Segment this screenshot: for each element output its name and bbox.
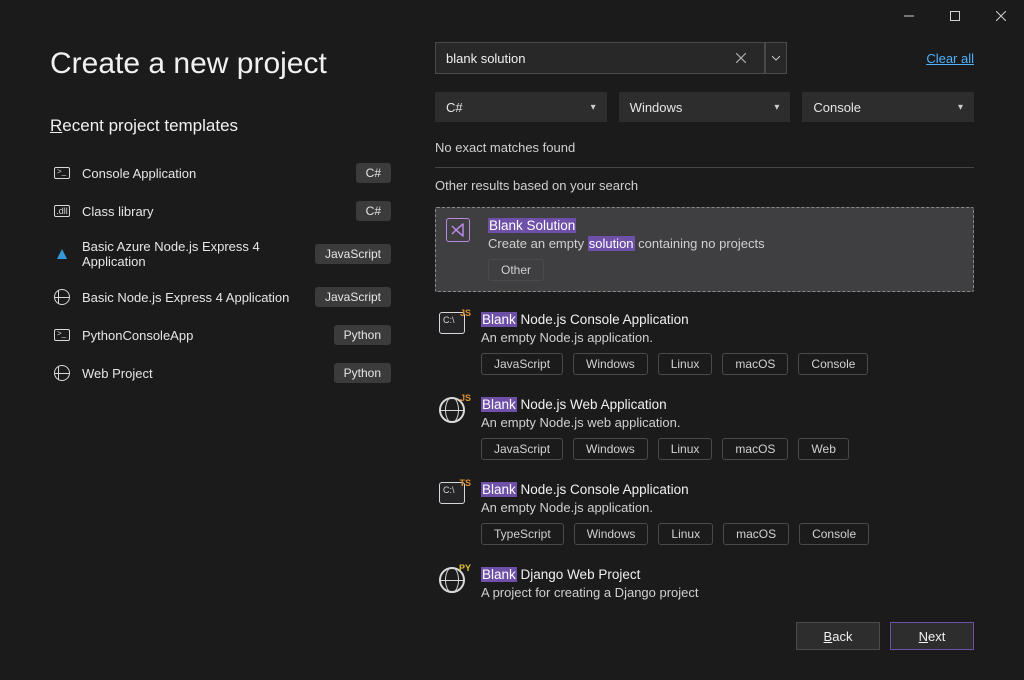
filter-dropdown[interactable]: Console ▾	[802, 92, 974, 122]
template-tags: JavaScript Windows Linux macOS Console	[481, 353, 970, 375]
template-tag: Windows	[573, 353, 648, 375]
maximize-button[interactable]	[932, 0, 978, 32]
js-badge-icon: JS	[460, 393, 471, 403]
close-button[interactable]	[978, 0, 1024, 32]
next-button[interactable]: Next	[890, 622, 974, 650]
search-dropdown-button[interactable]	[765, 42, 787, 74]
template-tags: TypeScript Windows Linux macOS Console	[481, 523, 970, 545]
template-tag: Linux	[658, 353, 713, 375]
filter-label: Console	[813, 100, 861, 115]
visual-studio-icon	[446, 218, 470, 242]
recent-item-label: PythonConsoleApp	[82, 328, 322, 343]
template-title: Blank Solution	[488, 218, 963, 233]
filter-dropdown[interactable]: C# ▾	[435, 92, 607, 122]
recent-template-item[interactable]: Basic Azure Node.js Express 4 Applicatio…	[50, 232, 395, 276]
status-message: No exact matches found	[435, 140, 974, 155]
chevron-down-icon: ▾	[591, 102, 596, 113]
template-tag: TypeScript	[481, 523, 564, 545]
console-icon	[54, 327, 70, 343]
template-title: Blank Node.js Web Application	[481, 397, 970, 412]
project-template-item[interactable]: TS Blank Node.js Console Application An …	[435, 480, 974, 547]
template-tag: Console	[798, 353, 868, 375]
template-tags: JavaScript Windows Linux macOS Web	[481, 438, 970, 460]
language-tag: C#	[356, 201, 391, 221]
clear-search-button[interactable]	[729, 42, 753, 74]
language-tag: C#	[356, 163, 391, 183]
template-tag: Linux	[658, 523, 713, 545]
globe-icon	[54, 289, 70, 305]
azure-icon	[54, 246, 70, 262]
recent-template-item[interactable]: PythonConsoleApp Python	[50, 318, 395, 352]
language-tag: JavaScript	[315, 244, 391, 264]
recent-template-item[interactable]: Basic Node.js Express 4 Application Java…	[50, 280, 395, 314]
recent-heading: Recent project templates	[50, 116, 395, 136]
search-input[interactable]	[435, 42, 765, 74]
recent-template-item[interactable]: Console Application C#	[50, 156, 395, 190]
recent-item-label: Web Project	[82, 366, 322, 381]
template-description: An empty Node.js web application.	[481, 415, 970, 430]
chevron-down-icon: ▾	[774, 102, 779, 113]
template-title: Blank Node.js Console Application	[481, 482, 970, 497]
recent-item-label: Basic Node.js Express 4 Application	[82, 290, 303, 305]
filter-dropdown[interactable]: Windows ▾	[619, 92, 791, 122]
template-tag: macOS	[722, 353, 788, 375]
recent-item-label: Class library	[82, 204, 344, 219]
template-description: An empty Node.js application.	[481, 500, 970, 515]
dll-icon: .dll	[54, 203, 70, 219]
template-tag: Other	[488, 259, 544, 281]
language-tag: JavaScript	[315, 287, 391, 307]
ts-badge-icon: TS	[459, 478, 471, 488]
minimize-button[interactable]	[886, 0, 932, 32]
filter-label: Windows	[630, 100, 683, 115]
template-tag: Windows	[573, 438, 648, 460]
template-tag: Console	[799, 523, 869, 545]
page-title: Create a new project	[50, 47, 395, 81]
project-template-item[interactable]: Blank Solution Create an empty solution …	[435, 207, 974, 292]
globe-icon	[54, 365, 70, 381]
project-template-item[interactable]: JS Blank Node.js Web Application An empt…	[435, 395, 974, 462]
template-description: A project for creating a Django project	[481, 585, 970, 600]
js-badge-icon: JS	[460, 308, 471, 318]
project-template-item[interactable]: PY Blank Django Web Project A project fo…	[435, 565, 974, 610]
template-description: Create an empty solution containing no p…	[488, 236, 963, 251]
template-tag: macOS	[723, 523, 789, 545]
template-tag: Web	[798, 438, 848, 460]
divider	[435, 167, 974, 168]
clear-all-link[interactable]: Clear all	[926, 51, 974, 66]
back-button[interactable]: Back	[796, 622, 880, 650]
template-tag: JavaScript	[481, 438, 563, 460]
filter-label: C#	[446, 100, 463, 115]
recent-item-label: Basic Azure Node.js Express 4 Applicatio…	[82, 239, 303, 269]
py-badge-icon: PY	[459, 563, 471, 573]
recent-template-item[interactable]: Web Project Python	[50, 356, 395, 390]
template-tag: JavaScript	[481, 353, 563, 375]
language-tag: Python	[334, 363, 391, 383]
template-title: Blank Django Web Project	[481, 567, 970, 582]
template-tag: Linux	[658, 438, 713, 460]
language-tag: Python	[334, 325, 391, 345]
console-icon	[54, 165, 70, 181]
project-template-item[interactable]: JS Blank Node.js Console Application An …	[435, 310, 974, 377]
results-subheader: Other results based on your search	[435, 178, 974, 193]
recent-item-label: Console Application	[82, 166, 344, 181]
titlebar	[0, 0, 1024, 32]
chevron-down-icon: ▾	[958, 102, 963, 113]
template-description: An empty Node.js application.	[481, 330, 970, 345]
recent-template-item[interactable]: .dll Class library C#	[50, 194, 395, 228]
template-title: Blank Node.js Console Application	[481, 312, 970, 327]
template-tag: macOS	[722, 438, 788, 460]
template-tag: Windows	[574, 523, 649, 545]
template-tags: Other	[488, 259, 963, 281]
